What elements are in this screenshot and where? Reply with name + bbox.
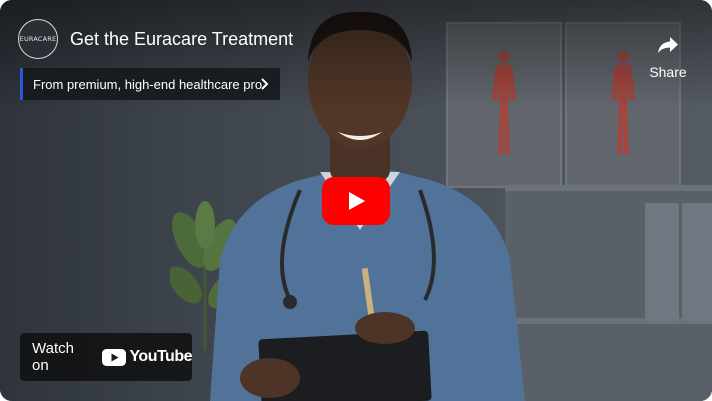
video-title[interactable]: Get the Euracare Treatment	[70, 29, 293, 50]
shelf-board	[505, 185, 712, 191]
banner-text: From premium, high-end healthcare pro	[33, 76, 263, 92]
watch-on-label: Watch on	[32, 340, 74, 374]
binder	[645, 203, 679, 321]
watch-on-youtube-button[interactable]: Watch on YouTube	[20, 333, 192, 381]
youtube-embed-player[interactable]: EURACARE Get the Euracare Treatment Shar…	[0, 0, 712, 401]
play-button[interactable]	[322, 177, 390, 225]
chevron-right-icon	[261, 78, 269, 90]
info-banner[interactable]: From premium, high-end healthcare pro	[20, 68, 280, 100]
youtube-logo-icon	[102, 348, 127, 366]
youtube-wordmark: YouTube	[129, 348, 192, 365]
youtube-logo: YouTube	[102, 348, 192, 366]
share-label: Share	[649, 64, 687, 80]
share-button[interactable]: Share	[646, 34, 690, 80]
shelf-board	[505, 318, 712, 324]
play-icon	[349, 192, 365, 210]
shelf-unit	[505, 185, 712, 401]
share-arrow-icon	[658, 37, 678, 53]
binder	[682, 203, 712, 321]
channel-avatar-text: EURACARE	[19, 35, 57, 43]
channel-avatar[interactable]: EURACARE	[18, 19, 58, 59]
